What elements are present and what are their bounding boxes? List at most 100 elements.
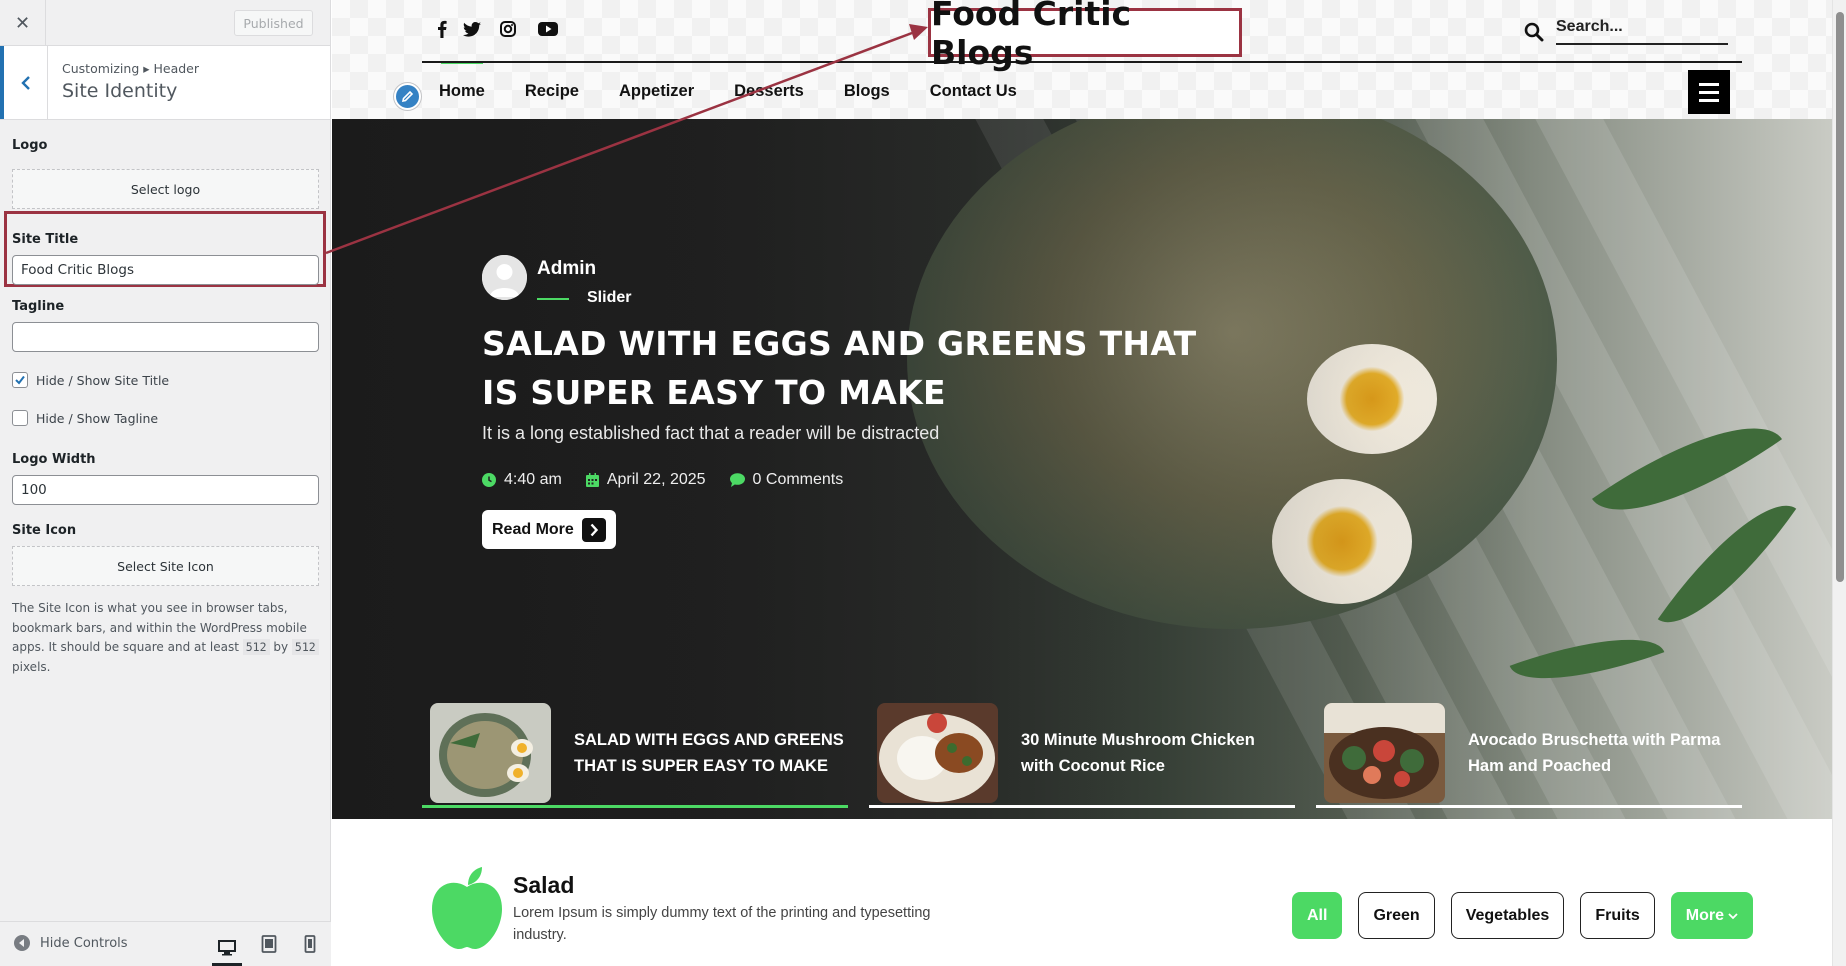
published-button[interactable]: Published (234, 10, 313, 36)
site-title-input[interactable]: Food Critic Blogs (12, 255, 319, 285)
hide-controls-button[interactable]: Hide Controls (14, 935, 128, 951)
show-title-row: Hide / Show Site Title (12, 372, 319, 388)
search-input[interactable]: Search... (1556, 18, 1728, 45)
search-icon (1524, 22, 1544, 41)
tagline-input[interactable] (12, 322, 319, 352)
mobile-icon[interactable] (295, 932, 325, 956)
scrollbar[interactable] (1832, 0, 1846, 966)
slider-thumb-2[interactable]: 30 Minute Mushroom Chicken with Coconut … (869, 697, 1295, 808)
search-bar[interactable]: Search... (1524, 18, 1728, 45)
arrow-left-circle-icon (14, 935, 30, 951)
chevron-right-icon (582, 518, 606, 542)
scrollbar-thumb[interactable] (1836, 12, 1844, 582)
logo-label: Logo (12, 138, 48, 153)
instagram-icon[interactable] (497, 18, 519, 40)
checkmark-icon (15, 375, 25, 385)
show-title-checkbox[interactable] (12, 372, 28, 388)
desktop-icon[interactable] (212, 932, 242, 966)
select-logo-button[interactable]: Select logo (12, 169, 319, 209)
thumb-progress (1316, 805, 1742, 808)
post-date-text: April 22, 2025 (606, 471, 706, 488)
clock-icon (482, 473, 496, 487)
category-accent (537, 298, 569, 300)
youtube-icon[interactable] (535, 18, 561, 40)
edit-shortcut-icon[interactable] (394, 83, 421, 110)
back-button[interactable] (0, 46, 48, 119)
help-code-width: 512 (242, 639, 270, 655)
customizer-header: ✕ Published (0, 0, 330, 46)
thumb-title: Avocado Bruschetta with Parma Ham and Po… (1468, 731, 1721, 775)
twitter-icon[interactable] (461, 18, 483, 40)
thumb-progress-active (422, 805, 848, 808)
post-comments-text: 0 Comments (752, 471, 844, 488)
thumb-image (430, 703, 551, 803)
filter-all[interactable]: All (1292, 892, 1343, 939)
hide-controls-label: Hide Controls (40, 935, 128, 951)
salad-section: Salad Lorem Ipsum is simply dummy text o… (332, 819, 1832, 966)
help-code-height: 512 (291, 639, 319, 655)
main-nav: Home Recipe Appetizer Desserts Blogs Con… (439, 82, 1057, 101)
avatar (482, 255, 527, 300)
post-time-text: 4:40 am (504, 471, 562, 488)
section-title: Site Identity (62, 80, 178, 102)
slider-thumb-1[interactable]: SALAD WITH EGGS AND GREENS THAT IS SUPER… (422, 697, 848, 808)
tablet-icon[interactable] (254, 932, 284, 956)
help-text-by: by (273, 640, 289, 654)
show-tagline-label: Hide / Show Tagline (36, 410, 159, 426)
logo-width-input[interactable]: 100 (12, 475, 319, 505)
nav-recipe[interactable]: Recipe (525, 82, 579, 101)
post-date: April 22, 2025 (585, 471, 706, 489)
thumb-title: SALAD WITH EGGS AND GREENS THAT IS SUPER… (574, 731, 844, 775)
filter-fruits[interactable]: Fruits (1580, 892, 1655, 939)
post-time: 4:40 am (482, 471, 562, 489)
thumb-image (1324, 703, 1445, 803)
filter-vegetables[interactable]: Vegetables (1450, 892, 1565, 939)
hero-title[interactable]: SALAD WITH EGGS AND GREENS THAT IS SUPER… (482, 319, 1202, 417)
post-meta: 4:40 am April 22, 2025 0 Comments (482, 471, 867, 489)
nav-blogs[interactable]: Blogs (844, 82, 890, 101)
author-name[interactable]: Admin (537, 258, 596, 280)
read-more-label: Read More (492, 520, 574, 538)
site-icon-label: Site Icon (12, 523, 77, 538)
menu-icon[interactable] (1688, 70, 1730, 114)
thumb-progress (869, 805, 1295, 808)
apple-icon (432, 867, 502, 954)
slider-thumb-3[interactable]: Avocado Bruschetta with Parma Ham and Po… (1316, 697, 1742, 808)
site-header: Food Critic Blogs Search... Home Recipe … (332, 0, 1832, 119)
filter-green[interactable]: Green (1358, 892, 1435, 939)
section-title: Salad (513, 872, 575, 898)
filter-more[interactable]: More (1670, 892, 1753, 939)
help-text-end: pixels. (12, 659, 51, 674)
slider-thumbnails: SALAD WITH EGGS AND GREENS THAT IS SUPER… (422, 697, 1742, 817)
facebook-icon[interactable] (431, 18, 453, 40)
site-title[interactable]: Food Critic Blogs (928, 0, 1242, 72)
calendar-icon (585, 473, 599, 487)
chevron-left-icon (20, 75, 30, 90)
category-filters: All Green Vegetables Fruits More (1292, 892, 1769, 939)
chevron-down-icon (1728, 912, 1738, 919)
thumb-title: 30 Minute Mushroom Chicken with Coconut … (1021, 731, 1255, 775)
tagline-label: Tagline (12, 299, 65, 314)
post-comments[interactable]: 0 Comments (729, 471, 844, 489)
read-more-button[interactable]: Read More (482, 510, 616, 549)
thumb-image (877, 703, 998, 803)
nav-home[interactable]: Home (439, 82, 485, 101)
category-name[interactable]: Slider (587, 289, 631, 307)
show-tagline-checkbox[interactable] (12, 410, 28, 426)
controls: Logo Select logo Site Title Food Critic … (12, 120, 319, 677)
section-description: Lorem Ipsum is simply dummy text of the … (513, 905, 931, 943)
logo-width-label: Logo Width (12, 452, 96, 467)
comment-icon (729, 473, 745, 487)
section-header: Customizing ▸ Header Site Identity (0, 46, 330, 120)
nav-appetizer[interactable]: Appetizer (619, 82, 694, 101)
site-title-label: Site Title (12, 232, 79, 247)
show-title-label: Hide / Show Site Title (36, 372, 170, 388)
breadcrumb: Customizing ▸ Header (62, 61, 199, 76)
nav-contact-us[interactable]: Contact Us (930, 82, 1017, 101)
nav-desserts[interactable]: Desserts (734, 82, 804, 101)
show-tagline-row: Hide / Show Tagline (12, 410, 319, 426)
site-icon-help: The Site Icon is what you see in browser… (12, 599, 319, 677)
close-icon[interactable]: ✕ (0, 0, 46, 46)
select-site-icon-button[interactable]: Select Site Icon (12, 546, 319, 586)
hero-subtitle: It is a long established fact that a rea… (482, 423, 940, 443)
